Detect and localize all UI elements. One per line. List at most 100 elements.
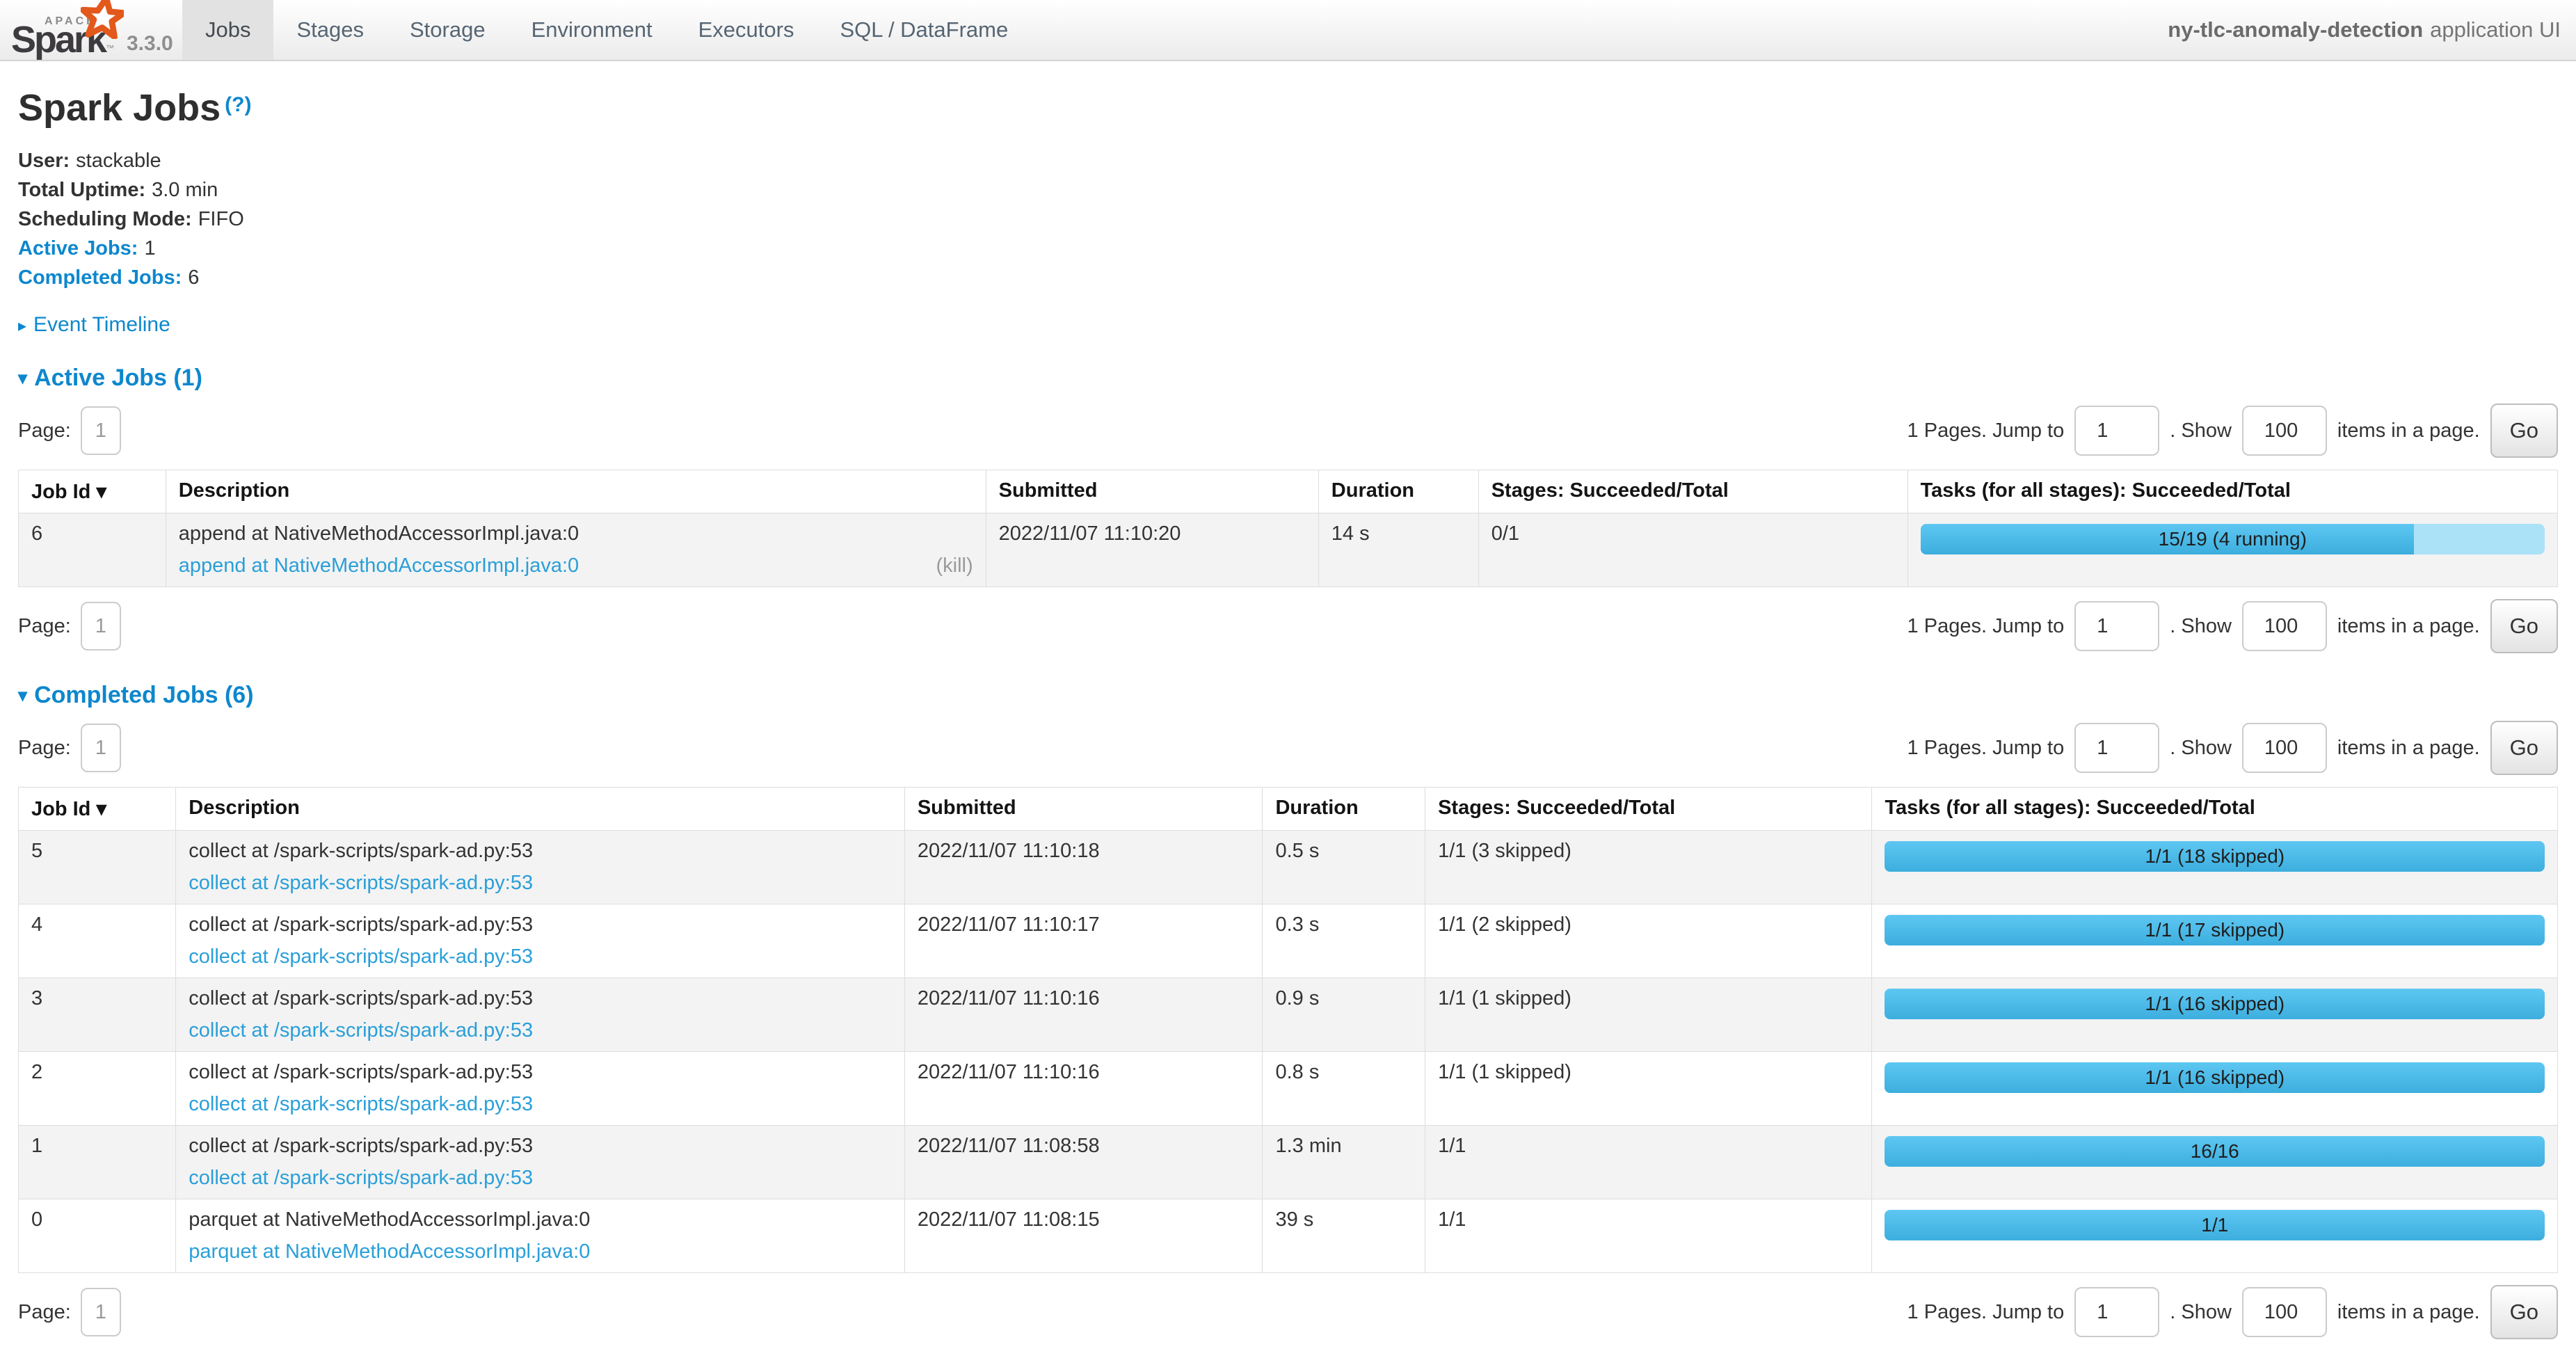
spark-logo[interactable]: APACHE Spark ™ 3.3.0 bbox=[0, 0, 182, 60]
jump-to-page-input[interactable] bbox=[2074, 723, 2159, 773]
active-pagination-top: Page: 1 Pages. Jump to . Show items in a… bbox=[18, 403, 2558, 458]
completed-jobs-title: Completed Jobs (6) bbox=[34, 682, 253, 708]
items-per-page-input[interactable] bbox=[2242, 1287, 2327, 1337]
page-selector: Page: bbox=[18, 406, 121, 455]
pagination-controls: 1 Pages. Jump to . Show items in a page.… bbox=[1907, 599, 2558, 653]
pages-jump-text: 1 Pages. Jump to bbox=[1907, 615, 2065, 638]
job-description-link[interactable]: collect at /spark-scripts/spark-ad.py:53 bbox=[189, 1019, 533, 1042]
tab-storage[interactable]: Storage bbox=[387, 0, 509, 60]
jump-to-page-input[interactable] bbox=[2074, 1287, 2159, 1337]
job-description-link[interactable]: append at NativeMethodAccessorImpl.java:… bbox=[179, 554, 579, 577]
completed-pagination-top: Page: 1 Pages. Jump to . Show items in a… bbox=[18, 720, 2558, 776]
jump-to-page-input[interactable] bbox=[2074, 601, 2159, 651]
tab-executors[interactable]: Executors bbox=[675, 0, 817, 60]
items-per-page-input[interactable] bbox=[2242, 406, 2327, 456]
items-per-page-input[interactable] bbox=[2242, 723, 2327, 773]
stages-cell: 1/1 bbox=[1425, 1199, 1872, 1273]
go-button[interactable]: Go bbox=[2490, 1285, 2558, 1339]
tasks-cell: 15/19 (4 running) bbox=[1907, 513, 2557, 587]
col-job-id[interactable]: Job Id ▾ bbox=[19, 788, 176, 831]
tab-sql-dataframe[interactable]: SQL / DataFrame bbox=[817, 0, 1031, 60]
tab-environment[interactable]: Environment bbox=[509, 0, 675, 60]
summary-user-value: stackable bbox=[76, 150, 161, 172]
stages-cell: 1/1 bbox=[1425, 1126, 1872, 1199]
active-jobs-section-header[interactable]: ▾Active Jobs (1) bbox=[18, 365, 2558, 392]
go-button[interactable]: Go bbox=[2490, 599, 2558, 653]
submitted-cell: 2022/11/07 11:08:15 bbox=[904, 1199, 1263, 1273]
page-selector: Page: bbox=[18, 602, 121, 650]
job-description-link[interactable]: parquet at NativeMethodAccessorImpl.java… bbox=[189, 1240, 590, 1263]
duration-cell: 0.3 s bbox=[1263, 904, 1425, 978]
job-id-cell: 5 bbox=[19, 831, 176, 904]
items-text: items in a page. bbox=[2337, 615, 2480, 638]
completed-jobs-link[interactable]: Completed Jobs: bbox=[18, 266, 182, 289]
col-stages[interactable]: Stages: Succeeded/Total bbox=[1478, 470, 1907, 513]
task-progress-bar: 1/1 (16 skipped) bbox=[1885, 1062, 2545, 1093]
active-jobs-title: Active Jobs (1) bbox=[34, 365, 202, 391]
completed-jobs-section-header[interactable]: ▾Completed Jobs (6) bbox=[18, 682, 2558, 709]
col-submitted[interactable]: Submitted bbox=[986, 470, 1318, 513]
progress-label: 15/19 (4 running) bbox=[1921, 524, 2545, 554]
submitted-cell: 2022/11/07 11:10:20 bbox=[986, 513, 1318, 587]
duration-cell: 0.9 s bbox=[1263, 978, 1425, 1052]
event-timeline-toggle[interactable]: ▸ Event Timeline bbox=[18, 313, 2558, 337]
job-id-cell: 2 bbox=[19, 1052, 176, 1126]
items-per-page-input[interactable] bbox=[2242, 601, 2327, 651]
job-description: collect at /spark-scripts/spark-ad.py:53 bbox=[189, 840, 892, 863]
submitted-cell: 2022/11/07 11:10:17 bbox=[904, 904, 1263, 978]
job-id-cell: 4 bbox=[19, 904, 176, 978]
stages-cell: 1/1 (3 skipped) bbox=[1425, 831, 1872, 904]
kill-link[interactable]: (kill) bbox=[936, 554, 973, 577]
items-text: items in a page. bbox=[2337, 420, 2480, 442]
description-cell: parquet at NativeMethodAccessorImpl.java… bbox=[176, 1199, 905, 1273]
job-description-link[interactable]: collect at /spark-scripts/spark-ad.py:53 bbox=[189, 945, 533, 968]
page-number-input[interactable] bbox=[81, 406, 121, 455]
description-cell: collect at /spark-scripts/spark-ad.py:53… bbox=[176, 1126, 905, 1199]
summary-scheduling-value: FIFO bbox=[198, 208, 244, 230]
progress-label: 1/1 (16 skipped) bbox=[1885, 989, 2545, 1019]
collapse-right-arrow-icon: ▸ bbox=[18, 317, 26, 335]
page-number-input[interactable] bbox=[81, 1288, 121, 1336]
completed-jobs-table: Job Id ▾ Description Submitted Duration … bbox=[18, 787, 2558, 1273]
description-cell: collect at /spark-scripts/spark-ad.py:53… bbox=[176, 831, 905, 904]
tab-stages[interactable]: Stages bbox=[273, 0, 387, 60]
go-button[interactable]: Go bbox=[2490, 404, 2558, 458]
col-tasks[interactable]: Tasks (for all stages): Succeeded/Total bbox=[1872, 788, 2558, 831]
event-timeline-label: Event Timeline bbox=[33, 313, 170, 336]
tab-jobs[interactable]: Jobs bbox=[182, 0, 273, 60]
stages-cell: 1/1 (2 skipped) bbox=[1425, 904, 1872, 978]
page-number-input[interactable] bbox=[81, 724, 121, 772]
page-number-input[interactable] bbox=[81, 602, 121, 650]
tasks-cell: 16/16 bbox=[1872, 1126, 2558, 1199]
submitted-cell: 2022/11/07 11:10:18 bbox=[904, 831, 1263, 904]
go-button[interactable]: Go bbox=[2490, 721, 2558, 775]
col-submitted[interactable]: Submitted bbox=[904, 788, 1263, 831]
page-title-text: Spark Jobs bbox=[18, 87, 221, 129]
duration-cell: 0.8 s bbox=[1263, 1052, 1425, 1126]
active-jobs-link[interactable]: Active Jobs: bbox=[18, 237, 138, 260]
progress-label: 1/1 (18 skipped) bbox=[1885, 841, 2545, 872]
col-tasks[interactable]: Tasks (for all stages): Succeeded/Total bbox=[1907, 470, 2557, 513]
col-stages[interactable]: Stages: Succeeded/Total bbox=[1425, 788, 1872, 831]
job-description: collect at /spark-scripts/spark-ad.py:53 bbox=[189, 913, 892, 936]
job-description-link[interactable]: collect at /spark-scripts/spark-ad.py:53 bbox=[189, 1093, 533, 1116]
progress-label: 1/1 bbox=[1885, 1210, 2545, 1240]
help-link[interactable]: (?) bbox=[225, 93, 251, 116]
col-duration[interactable]: Duration bbox=[1263, 788, 1425, 831]
jump-to-page-input[interactable] bbox=[2074, 406, 2159, 456]
application-name: ny-tlc-anomaly-detection application UI bbox=[2168, 0, 2576, 60]
task-progress-bar: 1/1 (18 skipped) bbox=[1885, 841, 2545, 872]
submitted-cell: 2022/11/07 11:10:16 bbox=[904, 1052, 1263, 1126]
job-description: parquet at NativeMethodAccessorImpl.java… bbox=[189, 1208, 892, 1231]
job-description-link[interactable]: collect at /spark-scripts/spark-ad.py:53 bbox=[189, 872, 533, 895]
spark-version: 3.3.0 bbox=[127, 32, 173, 56]
col-duration[interactable]: Duration bbox=[1318, 470, 1478, 513]
col-job-id[interactable]: Job Id ▾ bbox=[19, 470, 166, 513]
col-description[interactable]: Description bbox=[166, 470, 986, 513]
duration-cell: 1.3 min bbox=[1263, 1126, 1425, 1199]
col-description[interactable]: Description bbox=[176, 788, 905, 831]
duration-cell: 14 s bbox=[1318, 513, 1478, 587]
completed-table-header-row: Job Id ▾ Description Submitted Duration … bbox=[19, 788, 2558, 831]
page-label: Page: bbox=[18, 737, 71, 760]
job-description-link[interactable]: collect at /spark-scripts/spark-ad.py:53 bbox=[189, 1167, 533, 1190]
